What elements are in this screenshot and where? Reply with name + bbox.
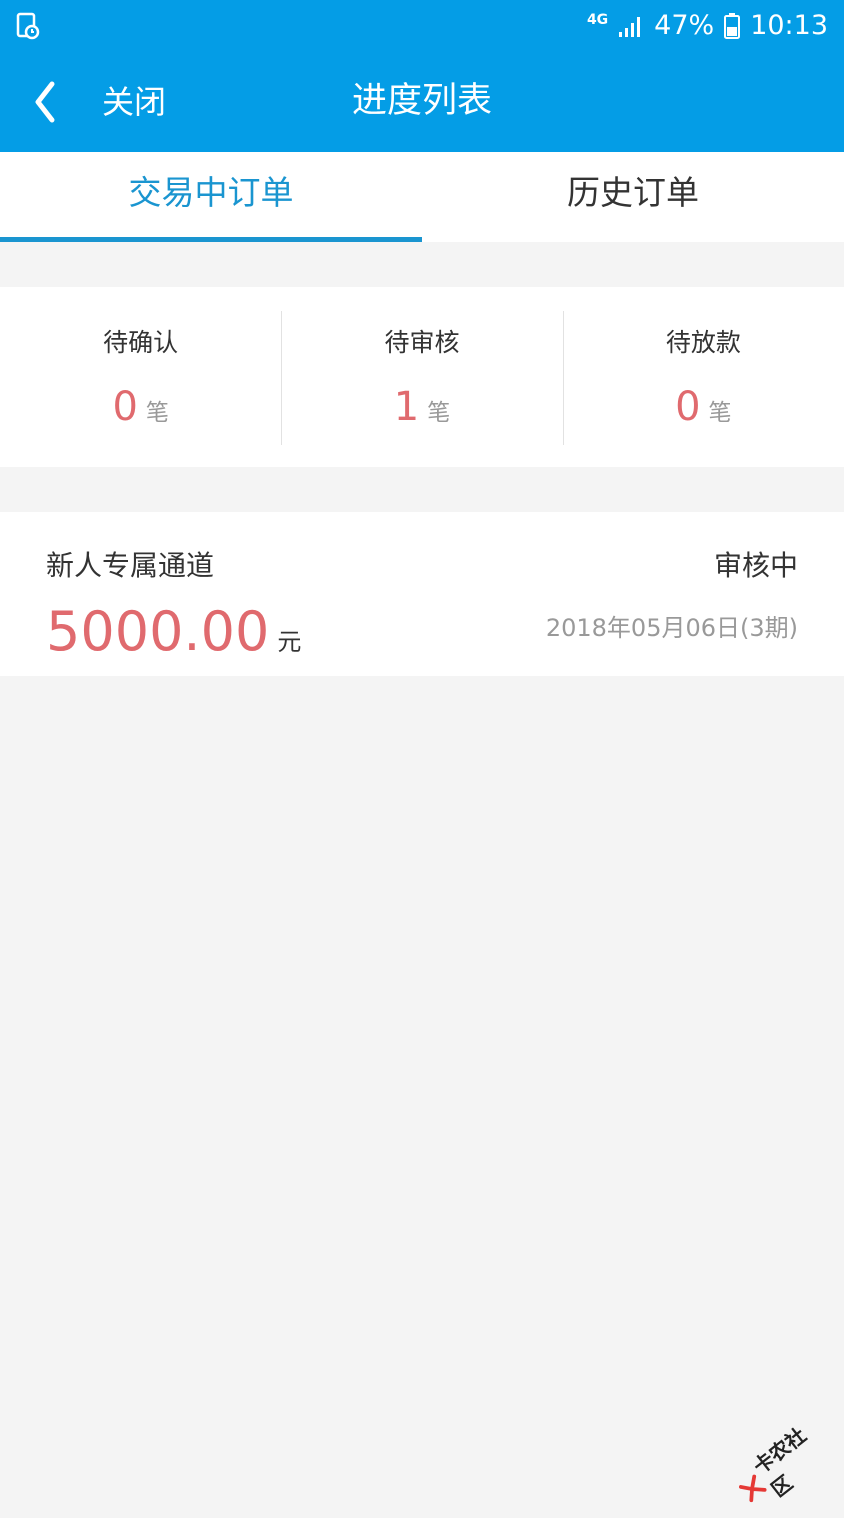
stat-unit: 笔 (427, 400, 450, 426)
page-title: 进度列表 (0, 78, 844, 124)
tab-active-orders[interactable]: 交易中订单 (0, 152, 422, 242)
signal-icon (618, 14, 644, 38)
stat-count: 0 (112, 384, 137, 430)
stat-count: 0 (675, 384, 700, 430)
status-stats-card: 待确认 0笔 待审核 1笔 待放款 0笔 (0, 287, 844, 467)
stat-unit: 笔 (146, 400, 169, 426)
order-date: 2018年05月06日(3期) (546, 610, 798, 646)
stat-pending-confirm[interactable]: 待确认 0笔 (0, 287, 281, 467)
stat-unit: 笔 (709, 400, 732, 426)
stat-pending-loan[interactable]: 待放款 0笔 (563, 287, 844, 467)
stat-value: 1笔 (281, 383, 562, 439)
tab-history-orders[interactable]: 历史订单 (422, 152, 844, 242)
order-tabs: 交易中订单 历史订单 (0, 152, 844, 242)
stat-count: 1 (394, 384, 419, 430)
stat-label: 待审核 (281, 327, 562, 359)
battery-percent: 47% (654, 8, 714, 44)
order-status: 审核中 (714, 548, 798, 584)
stat-label: 待确认 (0, 327, 281, 359)
clock: 10:13 (750, 8, 828, 44)
order-amount-row: 5000.00 元 (46, 600, 301, 677)
tab-indicator (0, 237, 422, 242)
order-unit: 元 (277, 628, 301, 656)
nav-bar: 关闭 进度列表 (0, 52, 844, 152)
battery-icon (724, 13, 740, 39)
stat-value: 0笔 (0, 383, 281, 439)
status-right: 4G 47% 10:13 (587, 8, 828, 44)
network-type: 4G (587, 13, 608, 27)
status-bar: 4G 47% 10:13 (0, 0, 844, 52)
top-bar: 4G 47% 10:13 关闭 进度列表 (0, 0, 844, 152)
order-name: 新人专属通道 (46, 548, 214, 584)
order-card[interactable]: 新人专属通道 审核中 5000.00 元 2018年05月06日(3期) (0, 512, 844, 676)
stat-label: 待放款 (563, 327, 844, 359)
stat-value: 0笔 (563, 383, 844, 439)
stat-pending-review[interactable]: 待审核 1笔 (281, 287, 562, 467)
order-amount: 5000.00 (46, 600, 269, 663)
watermark: 卡农社区 (732, 1417, 835, 1510)
tab-label: 交易中订单 (129, 173, 294, 212)
tab-label: 历史订单 (567, 173, 699, 212)
screenshot-notification-icon (16, 12, 40, 40)
